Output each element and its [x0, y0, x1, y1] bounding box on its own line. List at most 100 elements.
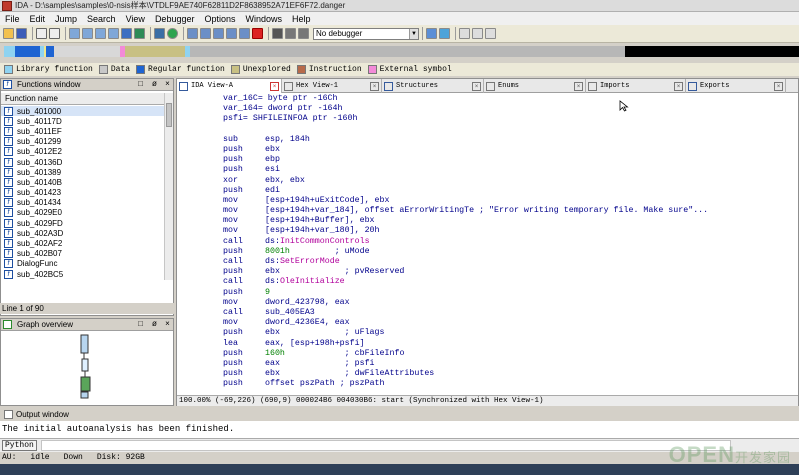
disasm-line[interactable]: push ebx ; uFlags — [223, 328, 798, 338]
menu-edit[interactable]: Edit — [25, 14, 51, 24]
graph-overview-canvas[interactable] — [1, 331, 173, 405]
data-icon[interactable] — [200, 28, 211, 39]
disasm-line[interactable]: var_164= dword ptr -164h — [223, 104, 798, 114]
picture-icon[interactable] — [154, 28, 165, 39]
search-next-icon[interactable] — [95, 28, 106, 39]
python-command-input[interactable] — [40, 440, 731, 451]
function-row[interactable]: f sub_402B07 — [1, 249, 165, 259]
rename-icon[interactable] — [134, 28, 145, 39]
disasm-line[interactable]: mov [esp+194h+var_184], offset aErrorWrit… — [223, 206, 798, 216]
disasm-line[interactable]: push esi — [223, 165, 798, 175]
tracing-icon[interactable] — [485, 28, 496, 39]
disasm-line[interactable]: push ebp — [223, 155, 798, 165]
jump-down-icon[interactable] — [121, 28, 132, 39]
debugger-options-icon[interactable] — [426, 28, 437, 39]
menu-jump[interactable]: Jump — [50, 14, 82, 24]
disasm-line[interactable]: lea eax, [esp+198h+psfi] — [223, 339, 798, 349]
close-icon[interactable]: × — [472, 81, 481, 91]
stop-icon[interactable] — [298, 28, 309, 39]
code-icon[interactable] — [187, 28, 198, 39]
watch-list-icon[interactable] — [472, 28, 483, 39]
tab-exports[interactable]: Exports × — [686, 79, 786, 93]
refresh-icon[interactable] — [439, 28, 450, 39]
disassembly-listing[interactable]: var_16C= byte ptr -16Ch var_164= dword pt… — [177, 94, 798, 394]
breakpoint-list-icon[interactable] — [459, 28, 470, 39]
disasm-line[interactable]: push 160h ; cbFileInfo — [223, 349, 798, 359]
function-row[interactable]: f sub_4029FD — [1, 218, 165, 228]
disasm-line[interactable]: mov dword_4236E4, eax — [223, 318, 798, 328]
forward-arrow-icon[interactable] — [49, 28, 60, 39]
navigation-band[interactable] — [0, 43, 799, 62]
navigation-strip[interactable] — [4, 46, 625, 57]
function-row[interactable]: f sub_401389 — [1, 167, 165, 177]
disasm-line[interactable] — [223, 125, 798, 135]
restore-icon[interactable]: □ — [136, 319, 145, 328]
undefine-icon[interactable] — [239, 28, 250, 39]
restore-icon[interactable]: □ — [136, 79, 145, 88]
disasm-line[interactable]: push 8001h ; uMode — [223, 247, 798, 257]
scrollbar-thumb[interactable] — [166, 103, 172, 127]
array-icon[interactable] — [226, 28, 237, 39]
menu-search[interactable]: Search — [82, 14, 121, 24]
python-button[interactable]: Python — [2, 440, 37, 451]
menu-view[interactable]: View — [121, 14, 150, 24]
disasm-line[interactable]: call ds:InitCommonControls — [223, 237, 798, 247]
disasm-line[interactable]: call ds:SetErrorMode — [223, 257, 798, 267]
disasm-line[interactable]: push offset pszPath ; pszPath — [223, 379, 798, 389]
function-row[interactable]: f sub_401299 — [1, 137, 165, 147]
function-row[interactable]: f sub_402AF2 — [1, 238, 165, 249]
function-row[interactable]: f DialogFunc — [1, 259, 165, 269]
back-arrow-icon[interactable] — [36, 28, 47, 39]
menu-windows[interactable]: Windows — [241, 14, 288, 24]
disasm-line[interactable]: psfi= SHFILEINFOA ptr -160h — [223, 114, 798, 124]
function-row[interactable]: f sub_401423 — [1, 188, 165, 198]
disasm-line[interactable]: mov dword_423798, eax — [223, 298, 798, 308]
menu-options[interactable]: Options — [199, 14, 240, 24]
disasm-line[interactable]: var_16C= byte ptr -16Ch — [223, 94, 798, 104]
function-row[interactable]: f sub_401434 — [1, 198, 165, 208]
pin-icon[interactable]: ø — [150, 79, 159, 88]
search-immediate-icon[interactable] — [108, 28, 119, 39]
function-row[interactable]: f sub_402BC5 — [1, 269, 165, 279]
disasm-line[interactable]: xor ebx, ebx — [223, 176, 798, 186]
disasm-line[interactable]: mov [esp+194h+Buffer], ebx — [223, 216, 798, 226]
tab-structures[interactable]: Structures × — [382, 79, 484, 93]
function-row[interactable]: f sub_4011EF — [1, 126, 165, 136]
pin-icon[interactable]: ø — [150, 319, 159, 328]
function-row[interactable]: f sub_401000 — [1, 106, 165, 117]
text-search-icon[interactable] — [82, 28, 93, 39]
function-row[interactable]: f sub_40117D — [1, 116, 165, 126]
disasm-line[interactable]: push ebx ; pvReserved — [223, 267, 798, 277]
function-row[interactable]: f sub_40136D — [1, 157, 165, 167]
disasm-line[interactable]: call ds:OleInitialize — [223, 277, 798, 287]
disasm-line[interactable]: sub esp, 184h — [223, 135, 798, 145]
menu-debugger[interactable]: Debugger — [150, 14, 200, 24]
struct-icon[interactable] — [213, 28, 224, 39]
tab-imports[interactable]: Imports × — [586, 79, 686, 93]
function-row[interactable]: f sub_402A3D — [1, 228, 165, 238]
green-circle-icon[interactable] — [167, 28, 178, 39]
tab-ida-view-a[interactable]: IDA View-A × — [177, 79, 282, 93]
open-icon[interactable] — [3, 28, 14, 39]
function-row[interactable]: f sub_40140B — [1, 177, 165, 187]
disasm-line[interactable]: push 9 — [223, 288, 798, 298]
function-row[interactable]: f sub_4029E0 — [1, 208, 165, 218]
disasm-line[interactable]: push eax ; psfi — [223, 359, 798, 369]
disasm-line[interactable]: mov [esp+194h+var_180], 20h — [223, 226, 798, 236]
menu-help[interactable]: Help — [287, 14, 316, 24]
function-name-column-header[interactable]: Function name — [1, 93, 165, 105]
close-icon[interactable]: × — [674, 81, 683, 91]
close-icon[interactable]: × — [370, 81, 379, 91]
tab-hex-view[interactable]: Hex View-1 × — [282, 79, 382, 93]
close-icon[interactable]: × — [774, 81, 783, 91]
function-list-scrollbar[interactable] — [164, 93, 173, 280]
disasm-line[interactable]: push edi — [223, 186, 798, 196]
debugger-select[interactable]: No debugger ▼ — [313, 27, 419, 40]
binary-search-icon[interactable] — [69, 28, 80, 39]
play-icon[interactable] — [272, 28, 283, 39]
function-row[interactable]: f sub_4012E2 — [1, 147, 165, 157]
close-icon[interactable]: × — [163, 319, 172, 328]
close-icon[interactable]: × — [270, 81, 279, 91]
delete-x-icon[interactable] — [252, 28, 263, 39]
close-icon[interactable]: × — [163, 79, 172, 88]
